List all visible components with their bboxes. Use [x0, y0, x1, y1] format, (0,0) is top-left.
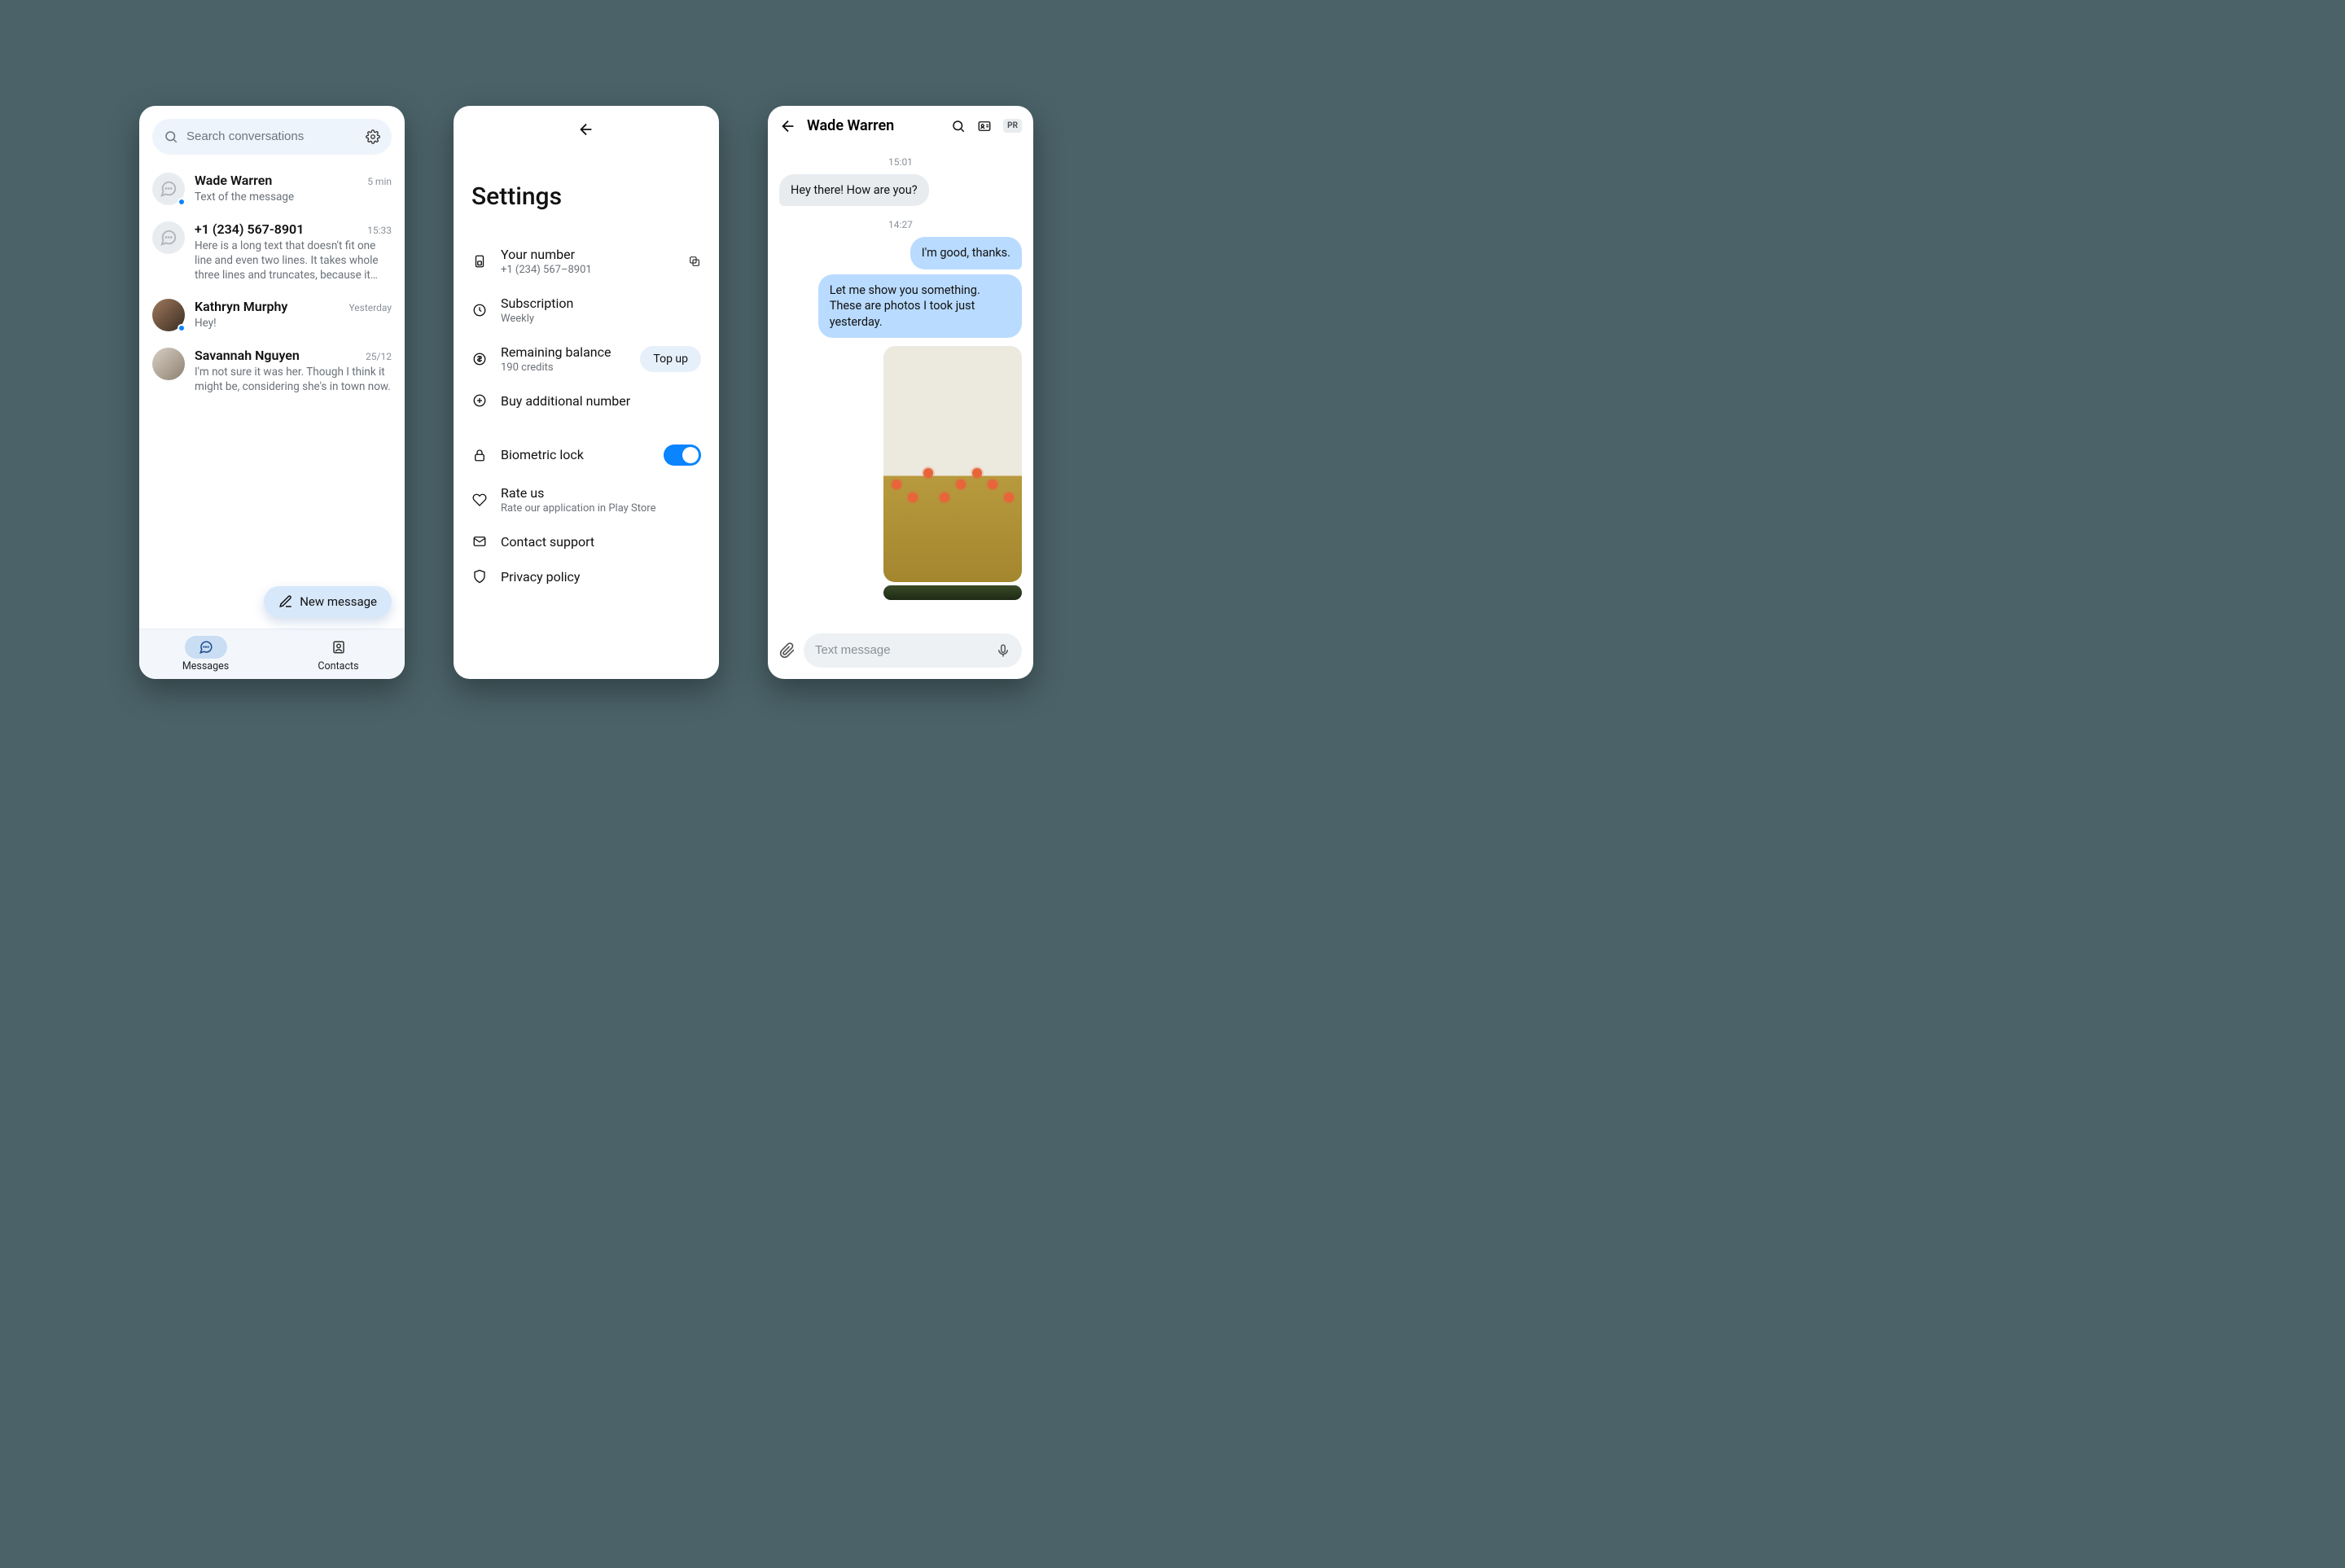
avatar	[152, 299, 185, 331]
message-outgoing[interactable]: Let me show you something. These are pho…	[818, 274, 1022, 339]
chat-body: 15:01 Hey there! How are you? 14:27 I'm …	[768, 143, 1033, 625]
nav-contacts[interactable]: Contacts	[272, 629, 405, 679]
timestamp: 15:01	[779, 156, 1022, 168]
composer-input-wrap[interactable]	[804, 633, 1022, 668]
messages-screen: Wade Warren 5 min Text of the message +1…	[139, 106, 405, 679]
dollar-icon	[471, 352, 488, 366]
chat-header: Wade Warren PR	[768, 106, 1033, 143]
contact-card-icon[interactable]	[977, 119, 992, 134]
setting-label: Buy additional number	[501, 393, 701, 409]
shield-icon	[471, 569, 488, 584]
contacts-icon	[331, 640, 346, 655]
conversation-time: 15:33	[367, 225, 392, 236]
setting-label: Contact support	[501, 534, 701, 550]
setting-value: 190 credits	[501, 361, 627, 374]
nav-messages-label: Messages	[182, 660, 229, 672]
conversation-item[interactable]: Kathryn Murphy Yesterday Hey!	[139, 291, 405, 339]
setting-sub: Rate our application in Play Store	[501, 502, 701, 515]
composer-input[interactable]	[815, 643, 988, 657]
nav-contacts-label: Contacts	[318, 660, 358, 672]
compose-icon	[278, 594, 293, 609]
messages-icon	[199, 640, 213, 655]
conversation-time: 5 min	[367, 176, 392, 187]
avatar	[152, 221, 185, 254]
conversation-name: Kathryn Murphy	[195, 299, 287, 314]
settings-icon[interactable]	[366, 129, 380, 144]
timestamp: 14:27	[779, 219, 1022, 230]
plus-circle-icon	[471, 393, 488, 408]
new-message-button[interactable]: New message	[264, 586, 392, 617]
conversation-name: +1 (234) 567-8901	[195, 221, 304, 237]
photo-message[interactable]	[883, 346, 1022, 582]
setting-privacy-policy[interactable]: Privacy policy	[471, 559, 701, 594]
chat-screen: Wade Warren PR 15:01 Hey there! How are …	[768, 106, 1033, 679]
new-message-label: New message	[300, 594, 377, 609]
conversation-preview: Here is a long text that doesn't fit one…	[195, 239, 392, 283]
mail-icon	[471, 534, 488, 549]
setting-label: Remaining balance	[501, 344, 627, 360]
setting-label: Your number	[501, 247, 675, 262]
unread-dot	[178, 324, 186, 332]
back-button[interactable]	[471, 120, 701, 138]
chat-title: Wade Warren	[807, 117, 941, 134]
setting-subscription[interactable]: Subscription Weekly	[471, 286, 701, 335]
conversation-time: 25/12	[366, 351, 392, 362]
photo-message[interactable]	[883, 585, 1022, 600]
setting-label: Subscription	[501, 296, 701, 311]
message-incoming[interactable]: Hey there! How are you?	[779, 174, 929, 207]
copy-icon[interactable]	[688, 255, 701, 268]
setting-label: Privacy policy	[501, 569, 701, 585]
avatar	[152, 348, 185, 380]
setting-label: Biometric lock	[501, 447, 651, 462]
bottom-nav: Messages Contacts	[139, 629, 405, 679]
conversation-list: Wade Warren 5 min Text of the message +1…	[139, 161, 405, 629]
setting-contact-support[interactable]: Contact support	[471, 524, 701, 559]
settings-screen: Settings Your number +1 (234) 567–8901 S…	[454, 106, 719, 679]
heart-icon	[471, 493, 488, 507]
setting-biometric[interactable]: Biometric lock	[471, 435, 701, 475]
message-outgoing[interactable]: I'm good, thanks.	[910, 237, 1022, 269]
top-up-button[interactable]: Top up	[640, 346, 701, 372]
composer	[768, 625, 1033, 679]
conversation-preview: I'm not sure it was her. Though I think …	[195, 365, 392, 394]
lock-icon	[471, 448, 488, 462]
setting-value: +1 (234) 567–8901	[501, 264, 675, 276]
conversation-name: Wade Warren	[195, 173, 272, 188]
avatar	[152, 173, 185, 205]
setting-balance[interactable]: Remaining balance 190 credits Top up	[471, 335, 701, 383]
setting-rate-us[interactable]: Rate us Rate our application in Play Sto…	[471, 475, 701, 524]
conversation-preview: Text of the message	[195, 190, 392, 204]
nav-messages[interactable]: Messages	[139, 629, 272, 679]
conversation-name: Savannah Nguyen	[195, 348, 300, 363]
setting-label: Rate us	[501, 485, 701, 501]
conversation-item[interactable]: Wade Warren 5 min Text of the message	[139, 164, 405, 213]
settings-title: Settings	[471, 182, 701, 211]
attach-icon[interactable]	[779, 642, 796, 659]
mic-icon[interactable]	[996, 643, 1010, 658]
conversation-time: Yesterday	[348, 302, 392, 313]
conversation-preview: Hey!	[195, 316, 392, 331]
conversation-item[interactable]: +1 (234) 567-8901 15:33 Here is a long t…	[139, 213, 405, 291]
setting-your-number[interactable]: Your number +1 (234) 567–8901	[471, 237, 701, 286]
search-icon[interactable]	[951, 119, 966, 134]
search-input[interactable]	[186, 129, 357, 143]
search-icon	[164, 129, 178, 144]
biometric-toggle[interactable]	[664, 445, 701, 466]
setting-buy-number[interactable]: Buy additional number	[471, 383, 701, 418]
pr-badge: PR	[1003, 119, 1022, 133]
refresh-icon	[471, 303, 488, 318]
search-bar[interactable]	[152, 119, 392, 155]
unread-dot	[178, 198, 186, 206]
back-button[interactable]	[779, 117, 797, 135]
conversation-item[interactable]: Savannah Nguyen 25/12 I'm not sure it wa…	[139, 339, 405, 402]
setting-value: Weekly	[501, 313, 701, 325]
sim-icon	[471, 254, 488, 269]
